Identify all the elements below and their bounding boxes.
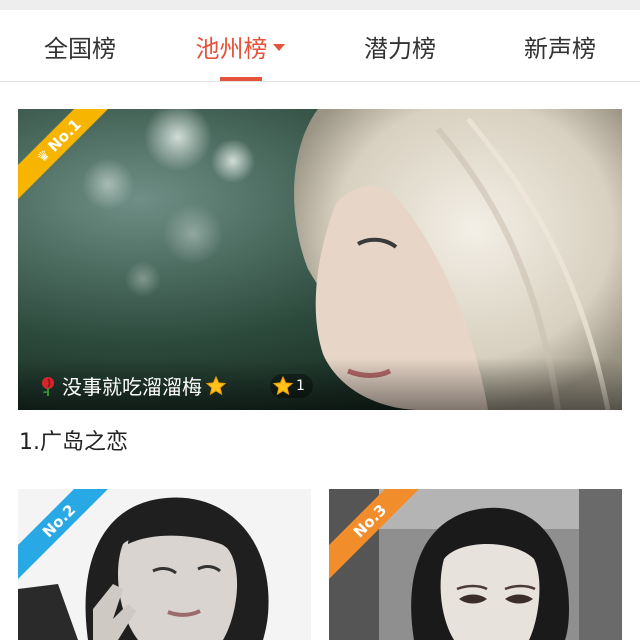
tab-label: 新声榜 bbox=[524, 34, 596, 63]
song-title[interactable]: 1.广岛之恋 bbox=[19, 424, 128, 456]
caret-down-icon bbox=[272, 43, 285, 51]
tab-label: 潜力榜 bbox=[364, 34, 436, 63]
active-tab-indicator bbox=[220, 77, 262, 81]
level-value: 1 bbox=[296, 378, 305, 394]
tab-potential[interactable]: 潜力榜 bbox=[320, 10, 480, 82]
rank-badge: ♛ No.1 bbox=[18, 109, 114, 205]
rank-ribbon: ♛ No.1 bbox=[18, 109, 114, 203]
rank-ribbon: No.2 bbox=[18, 489, 114, 583]
singer-name: 没事就吃溜溜梅 bbox=[62, 375, 202, 399]
rank-ribbon: No.3 bbox=[329, 489, 425, 583]
tab-national[interactable]: 全国榜 bbox=[0, 10, 160, 82]
rank-badge: No.3 bbox=[329, 489, 425, 585]
rank-badge-text: No.3 bbox=[349, 500, 391, 542]
singer-info: 没事就吃溜溜梅 bbox=[38, 371, 227, 400]
vip-star-icon bbox=[205, 375, 227, 395]
level-badge: 1 bbox=[270, 374, 313, 398]
rank-card-2[interactable]: No.2 bbox=[18, 489, 311, 640]
tab-chizhou[interactable]: 池州榜 bbox=[160, 10, 320, 82]
rose-icon bbox=[42, 376, 54, 396]
tab-label: 池州榜 bbox=[195, 34, 268, 63]
rank-card-1[interactable]: ♛ No.1 没事就吃溜溜梅 1 bbox=[18, 109, 622, 410]
status-strip bbox=[0, 0, 640, 10]
rank-badge: No.2 bbox=[18, 489, 114, 585]
tab-new-voice[interactable]: 新声榜 bbox=[480, 10, 640, 82]
rank-card-3[interactable]: No.3 bbox=[329, 489, 622, 640]
tab-label: 全国榜 bbox=[44, 34, 116, 63]
rank-badge-text: No.2 bbox=[38, 500, 80, 542]
ranking-tabs: 全国榜 池州榜 潜力榜 新声榜 bbox=[0, 10, 640, 82]
rank-badge-text: No.1 bbox=[44, 115, 85, 156]
level-star-icon bbox=[272, 375, 294, 396]
